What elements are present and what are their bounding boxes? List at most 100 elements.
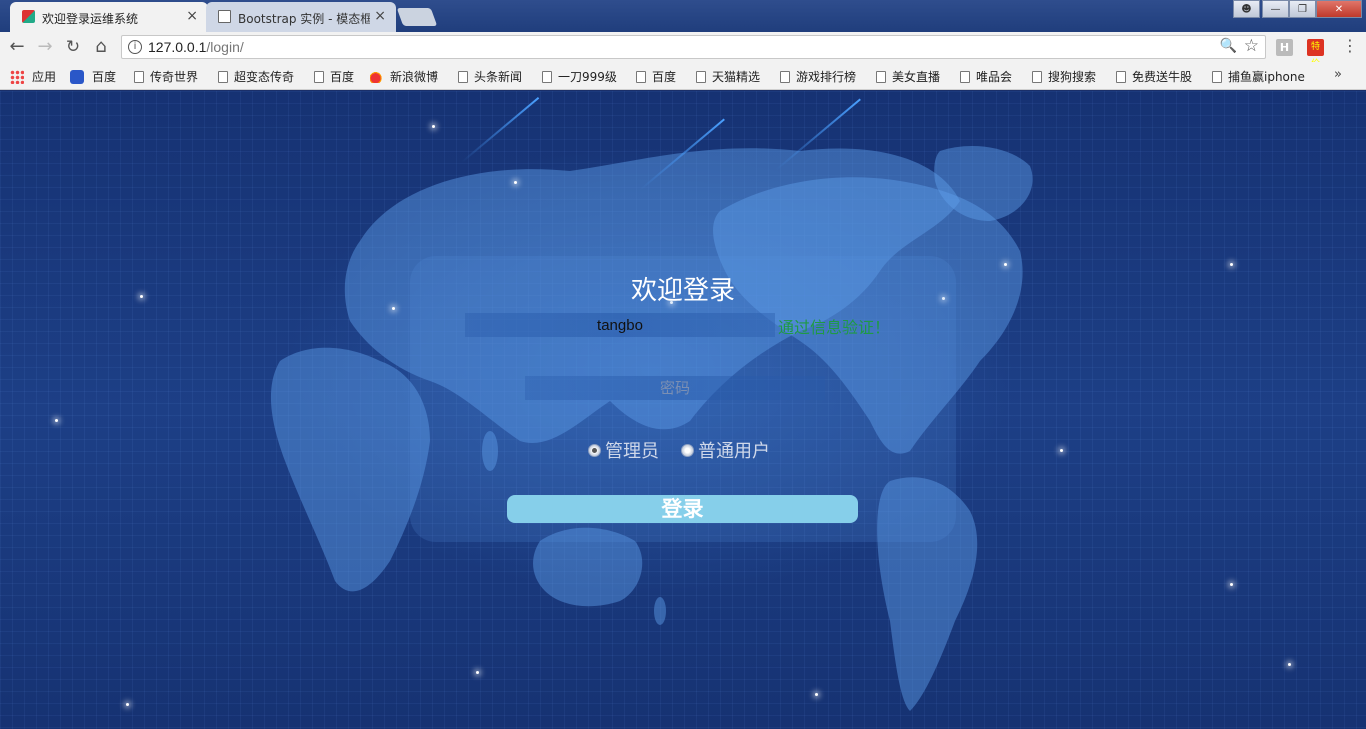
app-favicon-icon [22, 10, 35, 23]
window-controls: ☻ — ❐ ✕ [1233, 0, 1362, 18]
url-host: 127.0.0.1 [148, 39, 207, 55]
tab-close-icon[interactable]: × [186, 8, 198, 24]
bookmark-baidu-2[interactable]: 百度 [314, 68, 354, 85]
radio-normal-user[interactable] [681, 443, 694, 457]
radio-admin[interactable] [588, 443, 601, 457]
bookmark-label: 超变态传奇 [234, 70, 295, 84]
star [55, 419, 58, 422]
url-path: /login/ [206, 39, 244, 55]
star [1288, 663, 1291, 666]
bookmark-label: 唯品会 [976, 70, 1013, 84]
tab-title: 欢迎登录运维系统 [42, 12, 139, 26]
paw-icon [70, 69, 84, 84]
tab-close-icon[interactable]: × [374, 8, 386, 24]
star [1060, 449, 1063, 452]
chrome-menu-icon[interactable]: ⋮ [1342, 36, 1358, 55]
minimize-button[interactable]: — [1262, 0, 1289, 18]
bookmark-chaobian[interactable]: 超变态传奇 [218, 68, 294, 85]
bookmark-vip[interactable]: 唯品会 [960, 68, 1012, 85]
bookmark-toutiao[interactable]: 头条新闻 [458, 68, 522, 85]
forward-arrow-icon[interactable]: → [34, 36, 56, 58]
bookmark-label: 新浪微博 [390, 70, 439, 84]
bookmark-fishing[interactable]: 捕鱼赢iphone [1212, 68, 1305, 85]
bookmark-label: 传奇世界 [150, 70, 199, 84]
bookmark-label: 应用 [32, 70, 57, 84]
page-icon [1032, 70, 1042, 83]
bookmark-yidao[interactable]: 一刀999级 [542, 68, 617, 85]
star [432, 125, 435, 128]
page-icon [1212, 70, 1222, 83]
login-button[interactable]: 登录 [507, 495, 858, 523]
bookmark-label: 免费送牛股 [1132, 70, 1193, 84]
apps-icon [10, 69, 24, 84]
reload-icon[interactable]: ↻ [62, 36, 84, 58]
bookmark-label: 百度 [330, 70, 355, 84]
page-icon [218, 70, 228, 83]
bookmark-label: 游戏排行榜 [796, 70, 857, 84]
bookmark-baidu[interactable]: 百度 [70, 68, 116, 85]
weibo-icon [370, 70, 384, 83]
page-favicon-icon [218, 10, 231, 23]
star [514, 181, 517, 184]
star [126, 703, 129, 706]
star [1230, 583, 1233, 586]
bookmark-game-rank[interactable]: 游戏排行榜 [780, 68, 856, 85]
star [392, 307, 395, 310]
new-tab-button[interactable] [396, 8, 438, 26]
home-icon[interactable]: ⌂ [90, 36, 112, 58]
page-icon [780, 70, 790, 83]
info-icon[interactable]: i [128, 40, 142, 54]
bookmark-weibo[interactable]: 新浪微博 [370, 68, 438, 85]
extension-offer-icon[interactable]: 特价 [1307, 39, 1324, 69]
bookmark-stock[interactable]: 免费送牛股 [1116, 68, 1192, 85]
bookmark-label: 搜狗搜索 [1048, 70, 1097, 84]
page-icon [134, 70, 144, 83]
star [140, 295, 143, 298]
star [1230, 263, 1233, 266]
bookmarks-overflow-icon[interactable]: » [1334, 67, 1342, 82]
back-arrow-icon[interactable]: ← [6, 36, 28, 58]
bookmark-label: 天猫精选 [712, 70, 761, 84]
bookmark-apps[interactable]: 应用 [10, 68, 56, 85]
bookmarks-bar: 应用 百度 传奇世界 超变态传奇 百度 新浪微博 头条新闻 一刀999级 百度 … [0, 62, 1366, 90]
bookmark-label: 百度 [92, 70, 117, 84]
page-icon [636, 70, 646, 83]
login-title: 欢迎登录 [630, 276, 735, 306]
bookmark-label: 头条新闻 [474, 70, 523, 84]
role-label-normal-user[interactable]: 普通用户 [698, 437, 770, 463]
page-icon [1116, 70, 1126, 83]
role-label-admin[interactable]: 管理员 [605, 437, 659, 463]
bookmark-label: 捕鱼赢iphone [1228, 70, 1305, 84]
bookmark-chuanqi[interactable]: 传奇世界 [134, 68, 198, 85]
bookmark-label: 一刀999级 [558, 70, 617, 84]
username-input[interactable] [465, 313, 775, 337]
page-icon [458, 70, 468, 83]
maximize-button[interactable]: ❐ [1289, 0, 1316, 18]
username-validation-message: 通过信息验证！ [778, 318, 891, 337]
url-text[interactable]: 127.0.0.1/login/ [148, 39, 244, 55]
zoom-icon[interactable]: 🔍 [1220, 38, 1237, 54]
tab-strip: 欢迎登录运维系统 × Bootstrap 实例 - 模态框 × ☻ — ❐ ✕ [0, 0, 1366, 32]
tab-login[interactable]: 欢迎登录运维系统 × [10, 2, 208, 32]
close-window-button[interactable]: ✕ [1316, 0, 1362, 18]
address-bar[interactable]: i 127.0.0.1/login/ 🔍 ☆ [121, 35, 1266, 59]
page-icon [876, 70, 886, 83]
bookmark-label: 美女直播 [892, 70, 941, 84]
tab-title: Bootstrap 实例 - 模态框 [238, 12, 370, 26]
browser-toolbar: ← → ↻ ⌂ i 127.0.0.1/login/ 🔍 ☆ H 特价 ⋮ [0, 32, 1366, 69]
page-icon [696, 70, 706, 83]
bookmark-sogou[interactable]: 搜狗搜索 [1032, 68, 1096, 85]
page-icon [960, 70, 970, 83]
bookmark-baidu-3[interactable]: 百度 [636, 68, 676, 85]
role-selector: 管理员 普通用户 [588, 437, 792, 463]
bookmark-live[interactable]: 美女直播 [876, 68, 940, 85]
password-input[interactable] [525, 376, 825, 400]
page-icon [542, 70, 552, 83]
extension-h-icon[interactable]: H [1276, 39, 1293, 56]
bookmark-tmall[interactable]: 天猫精选 [696, 68, 760, 85]
bookmark-star-icon[interactable]: ☆ [1244, 36, 1259, 56]
bookmark-label: 百度 [652, 70, 677, 84]
user-profile-icon[interactable]: ☻ [1233, 0, 1260, 18]
tab-bootstrap[interactable]: Bootstrap 实例 - 模态框 × [206, 2, 396, 32]
login-page: 欢迎登录 通过信息验证！ 管理员 普通用户 登录 [0, 91, 1366, 729]
